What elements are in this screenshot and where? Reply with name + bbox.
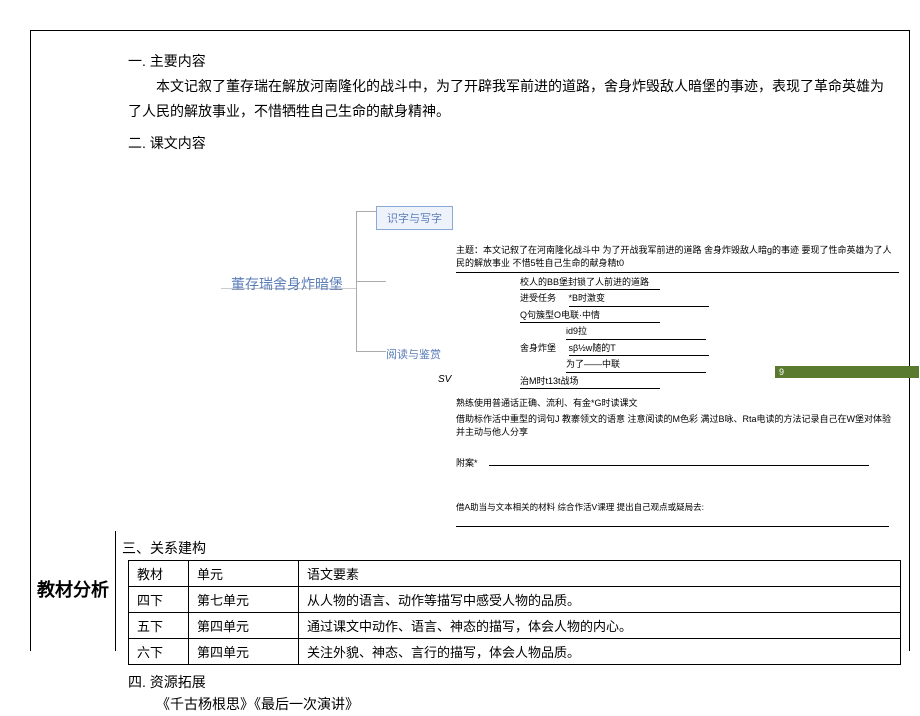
top-text-block: 一. 主要内容 本文记叙了董存瑞在解放河南隆化的战斗中，为了开辟我军前进的道路，…	[116, 31, 909, 156]
cell: 第四单元	[189, 638, 299, 664]
literacy-node: 识字与写字	[376, 206, 453, 230]
detail-line: id9拉	[566, 325, 706, 340]
th-textbook: 教材	[129, 560, 189, 586]
section4-title: 四. 资源拓展	[128, 671, 909, 693]
document-frame: 教材分析 一. 主要内容 本文记叙了董存瑞在解放河南隆化的战斗中，为了开辟我军前…	[30, 30, 910, 651]
th-element: 语文要素	[299, 560, 901, 586]
note-line: 熟练使用普通话正确、流利、有金*G时读课文	[456, 396, 899, 412]
cell: 四下	[129, 586, 189, 612]
section3-title: 三、关系建构	[122, 538, 909, 558]
note-line: 借助标作活中重型的词句J 教寨领文的语意 注意阅读的M色彩 满过B咏、Rta电读…	[456, 412, 899, 441]
section1-body: 本文记叙了董存瑞在解放河南隆化的战斗中，为了开辟我军前进的道路，舍身炸毁敌人暗堡…	[128, 74, 889, 124]
connector	[356, 281, 386, 282]
reading-node: 阅读与鉴赏	[386, 346, 441, 362]
cell: 五下	[129, 612, 189, 638]
content-area: 一. 主要内容 本文记叙了董存瑞在解放河南隆化的战斗中，为了开辟我军前进的道路，…	[116, 31, 909, 651]
cell: 从人物的语言、动作等描写中感受人物的品质。	[299, 586, 901, 612]
detail-line: 为了——中联	[566, 358, 706, 373]
attachment-area: 附案*	[456, 456, 899, 469]
section2-title: 二. 课文内容	[128, 131, 889, 156]
footnote-blank-line	[456, 517, 889, 527]
cell: 第七单元	[189, 586, 299, 612]
detail-line: 校人的BB堡封锁了人前进的道路	[520, 276, 660, 291]
detail-line: sβ½w随的T	[569, 342, 709, 357]
th-unit: 单元	[189, 560, 299, 586]
topic-line: 主题：本文记叙了在河南隆化战斗中 为了开战我军前进的道路 舍身炸毁敌人暗g的事迹…	[456, 244, 899, 273]
table-row: 四下 第七单元 从人物的语言、动作等描写中感受人物的品质。	[129, 586, 901, 612]
detail-line: *B时激变	[569, 292, 709, 307]
connector	[356, 351, 386, 352]
sv-label: SV	[438, 372, 451, 387]
section1-title: 一. 主要内容	[128, 49, 889, 74]
cell: 关注外貌、神态、言行的描写，体会人物品质。	[299, 638, 901, 664]
left-section-label: 教材分析	[31, 531, 116, 651]
table-row: 六下 第四单元 关注外貌、神态、言行的描写，体会人物品质。	[129, 638, 901, 664]
cell: 六下	[129, 638, 189, 664]
relation-table: 教材 单元 语文要素 四下 第七单元 从人物的语言、动作等描写中感受人物的品质。…	[128, 560, 901, 665]
left-label-text: 教材分析	[37, 578, 109, 603]
cell: 第四单元	[189, 612, 299, 638]
detail-line: Q句簇型O电联·中情	[520, 309, 660, 324]
footnote-text: 借A助当与文本相关的材料 综合作活V课理 提出自己观点或疑局去:	[456, 502, 704, 512]
section4-books: 《千古杨根思》《最后一次演讲》	[128, 693, 909, 715]
main-node: 董存瑞舍身炸暗堡	[231, 274, 343, 294]
detail-line: 治M时t13t战场	[520, 375, 660, 390]
footnote-area: 借A助当与文本相关的材料 综合作活V课理 提出自己观点或疑局去:	[456, 501, 889, 527]
cell: 通过课文中动作、语言、神态的描写，体会人物的内心。	[299, 612, 901, 638]
table-row: 五下 第四单元 通过课文中动作、语言、神态的描写，体会人物的内心。	[129, 612, 901, 638]
attach-blank-line	[489, 456, 869, 466]
right-detail-block: SV 主题：本文记叙了在河南隆化战斗中 为了开战我军前进的道路 舍身炸毁敌人暗g…	[456, 244, 899, 441]
table-row: 教材 单元 语文要素	[129, 560, 901, 586]
detail-label: 进受任务	[520, 293, 556, 303]
section4: 四. 资源拓展 《千古杨根思》《最后一次演讲》	[128, 671, 909, 716]
diagram-area: 董存瑞舍身炸暗堡 识字与写字 阅读与鉴赏 9 SV 主题：本文记叙了在河南隆化战…	[116, 166, 909, 466]
attach-label: 附案*	[456, 456, 486, 469]
detail-label: 舍身炸堡	[520, 343, 556, 353]
connector	[356, 211, 376, 212]
